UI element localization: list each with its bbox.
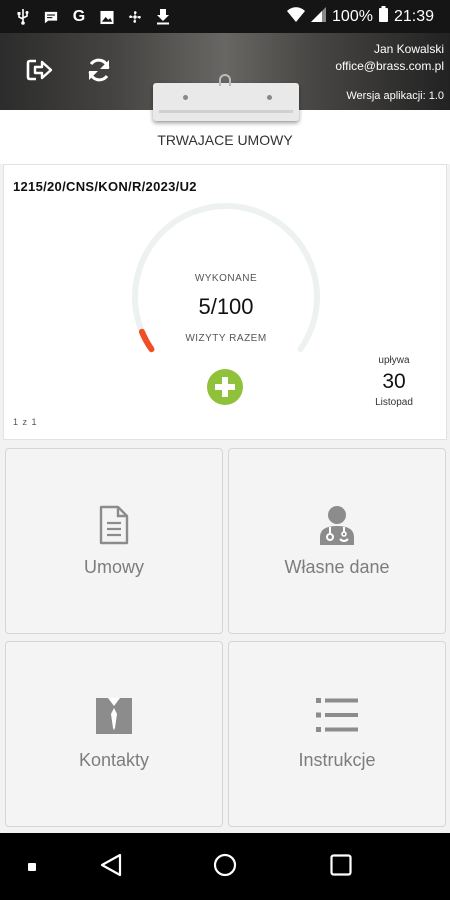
user-email: office@brass.com.pl — [335, 59, 444, 73]
wifi-icon — [287, 6, 306, 27]
user-name: Jan Kowalski — [373, 42, 444, 56]
tile-instrukcje[interactable]: Instrukcje — [228, 641, 446, 827]
contract-card[interactable]: 1215/20/CNS/KON/R/2023/U2 WYKONANE 5/100… — [3, 164, 447, 440]
photo-icon — [100, 9, 114, 25]
overview-button[interactable] — [327, 853, 355, 881]
handle-bar — [159, 110, 293, 113]
battery-percent: 100% — [332, 7, 373, 25]
visits-label: WIZYTY RAZEM — [185, 333, 267, 344]
clock: 21:39 — [393, 7, 434, 25]
app-version: Wersja aplikacji: 1.0 — [346, 90, 444, 102]
tile-label: Kontakty — [78, 750, 150, 770]
navigation-bar — [0, 833, 450, 900]
document-icon — [99, 505, 129, 550]
signal-icon — [311, 6, 327, 27]
notification-icons: G — [16, 7, 170, 27]
expiry-date: upływa 30 Listopad — [359, 355, 429, 408]
refresh-icon — [84, 58, 114, 89]
logout-icon — [25, 59, 55, 89]
tile-label: Własne dane — [284, 557, 390, 577]
fan-icon — [128, 9, 142, 25]
download-icon — [156, 9, 170, 25]
expires-day: 30 — [382, 370, 406, 393]
home-button[interactable] — [211, 853, 239, 881]
back-button[interactable] — [97, 853, 125, 881]
battery-icon — [378, 6, 388, 27]
status-bar: G 100% 21:39 — [0, 0, 450, 33]
tile-wlasne-dane[interactable]: Własne dane — [228, 448, 446, 634]
message-icon — [44, 9, 58, 25]
recent-dot-button[interactable] — [18, 853, 46, 881]
google-icon: G — [72, 8, 86, 25]
add-visit-button[interactable] — [207, 369, 243, 405]
refresh-button[interactable] — [84, 55, 114, 85]
handle-dot — [183, 95, 188, 100]
tile-label: Umowy — [83, 557, 144, 577]
home-icon — [213, 853, 237, 882]
recent-dot-icon — [28, 858, 36, 876]
system-status: 100% 21:39 — [287, 6, 434, 27]
expires-label: upływa — [378, 355, 410, 366]
usb-icon — [16, 9, 30, 25]
overview-icon — [330, 853, 352, 881]
pull-down-handle[interactable] — [153, 74, 299, 121]
handle-dot — [267, 95, 272, 100]
tile-umowy[interactable]: Umowy — [5, 448, 223, 634]
expires-month: Listopad — [375, 397, 413, 408]
logout-button[interactable] — [25, 55, 55, 85]
handle-knob — [219, 74, 231, 86]
contact-card-icon — [96, 698, 132, 739]
doctor-icon — [318, 505, 356, 550]
back-icon — [100, 853, 122, 882]
pager: 1 z 1 — [13, 417, 38, 427]
list-icon — [316, 698, 358, 737]
user-info: Jan Kowalski office@brass.com.pl — [335, 41, 444, 75]
tile-kontakty[interactable]: Kontakty — [5, 641, 223, 827]
tile-label: Instrukcje — [298, 750, 376, 770]
completed-label: WYKONANE — [194, 273, 258, 284]
visits-value: 5/100 — [198, 294, 254, 319]
